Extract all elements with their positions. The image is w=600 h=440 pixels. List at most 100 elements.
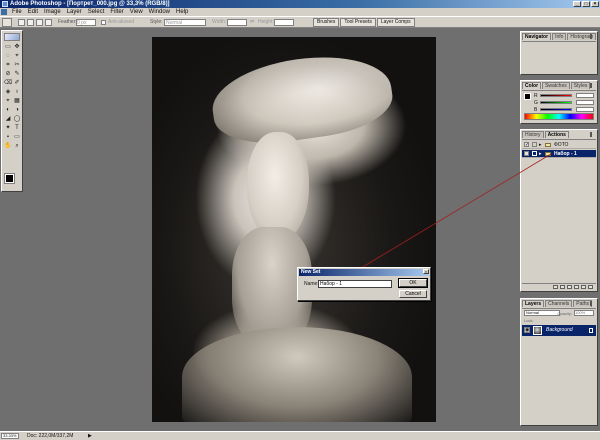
- tab-color[interactable]: Color: [522, 82, 542, 89]
- notes-tool-icon[interactable]: ✦: [4, 124, 12, 132]
- path-select-tool-icon[interactable]: ◐: [4, 106, 12, 114]
- minimize-button[interactable]: _: [573, 1, 581, 7]
- color-fg-swatch[interactable]: [524, 93, 531, 100]
- menu-help[interactable]: Help: [173, 8, 191, 16]
- action-toggle-check[interactable]: ✓: [524, 142, 529, 148]
- quickmask-tool-icon[interactable]: ✋: [4, 142, 12, 150]
- zoom-field[interactable]: 33.33%: [1, 433, 19, 439]
- subtract-selection-icon[interactable]: [36, 19, 43, 26]
- well-tab-brushes[interactable]: Brushes: [313, 18, 340, 27]
- tool-preset-picker[interactable]: [2, 18, 12, 27]
- adobe-online-icon[interactable]: [4, 33, 20, 41]
- delete-button[interactable]: [588, 285, 593, 289]
- eraser-tool-icon[interactable]: ◈: [4, 88, 12, 96]
- feather-field[interactable]: 0 px: [76, 19, 96, 26]
- blur-tool-icon[interactable]: ⌖: [4, 97, 12, 105]
- color-spectrum-ramp[interactable]: [524, 113, 594, 120]
- add-selection-icon[interactable]: [27, 19, 34, 26]
- zoom-tool-icon[interactable]: ▭: [13, 133, 21, 141]
- tab-actions[interactable]: Actions: [544, 131, 569, 138]
- actions-list: ✓ ▸ ФОТО ▸ Набор - 1: [522, 139, 596, 290]
- style-dropdown[interactable]: Normal: [164, 19, 206, 26]
- menu-select[interactable]: Select: [85, 8, 108, 16]
- close-button[interactable]: ×: [591, 1, 599, 7]
- status-menu-arrow-icon[interactable]: ▶: [88, 433, 92, 439]
- shape-tool-icon[interactable]: ◯: [13, 115, 21, 123]
- play-button[interactable]: [567, 285, 572, 289]
- antialias-checkbox[interactable]: [101, 20, 106, 25]
- blend-mode-dropdown[interactable]: Normal: [524, 310, 560, 316]
- palette-menu-icon[interactable]: [590, 301, 595, 306]
- palette-menu-icon[interactable]: [590, 132, 595, 137]
- menu-view[interactable]: View: [127, 8, 146, 16]
- maximize-button[interactable]: □: [582, 1, 590, 7]
- expand-triangle-icon[interactable]: ▸: [539, 142, 542, 148]
- new-selection-icon[interactable]: [18, 19, 25, 26]
- new-action-button[interactable]: [581, 285, 586, 289]
- crop-tool-icon[interactable]: ⌗: [4, 61, 12, 69]
- cancel-button[interactable]: Cancel: [399, 290, 427, 298]
- antialias-label: Anti-aliased: [108, 19, 135, 25]
- menu-file[interactable]: File: [9, 8, 25, 16]
- menu-edit[interactable]: Edit: [25, 8, 41, 16]
- photoshop-app-icon: [2, 1, 8, 7]
- menu-layer[interactable]: Layer: [64, 8, 85, 16]
- tab-history[interactable]: History: [522, 131, 544, 138]
- slider-r[interactable]: R: [534, 93, 594, 99]
- dialog-toggle-box[interactable]: [532, 151, 537, 156]
- tab-swatches[interactable]: Swatches: [542, 82, 570, 89]
- palette-menu-icon[interactable]: [590, 34, 595, 39]
- screen-mode-tool-icon[interactable]: ⌕: [13, 142, 21, 150]
- text-tool-icon[interactable]: ◢: [4, 115, 12, 123]
- tab-navigator[interactable]: Navigator: [522, 33, 552, 40]
- width-field[interactable]: [227, 19, 247, 26]
- document-canvas[interactable]: [152, 37, 436, 422]
- document-icon[interactable]: [1, 9, 7, 15]
- eyedropper-tool-icon[interactable]: T: [13, 124, 21, 132]
- action-toggle-check[interactable]: [524, 151, 529, 156]
- menu-image[interactable]: Image: [41, 8, 64, 16]
- menu-window[interactable]: Window: [146, 8, 173, 16]
- brush-tool-icon[interactable]: ✎: [13, 70, 21, 78]
- tab-info[interactable]: Info: [552, 33, 567, 40]
- dodge-tool-icon[interactable]: ▦: [13, 97, 21, 105]
- well-tab-layer-comps[interactable]: Layer Comps: [376, 18, 415, 27]
- stop-button[interactable]: [553, 285, 558, 289]
- gradient-tool-icon[interactable]: ♁: [13, 88, 21, 96]
- stamp-tool-icon[interactable]: ⌫: [4, 79, 12, 87]
- foreground-color-swatch[interactable]: [4, 173, 15, 184]
- record-button[interactable]: [560, 285, 565, 289]
- layer-row-background[interactable]: ◉ Background: [522, 325, 596, 336]
- action-set-row-selected[interactable]: ▸ Набор - 1: [522, 150, 596, 158]
- set-name-input[interactable]: [318, 280, 392, 288]
- healing-tool-icon[interactable]: ⊘: [4, 70, 12, 78]
- hand-tool-icon[interactable]: ⬩: [4, 133, 12, 141]
- dialog-toggle-box[interactable]: [532, 142, 537, 147]
- dialog-close-button[interactable]: ×: [423, 269, 429, 274]
- tab-styles[interactable]: Styles: [570, 82, 591, 89]
- marquee-tool-icon[interactable]: ▭: [4, 43, 12, 51]
- well-tab-tool-presets[interactable]: Tool Presets: [340, 18, 376, 27]
- magic-wand-tool-icon[interactable]: ⌖: [13, 52, 21, 60]
- tab-layers[interactable]: Layers: [522, 300, 545, 307]
- history-brush-tool-icon[interactable]: ✐: [13, 79, 21, 87]
- menu-filter[interactable]: Filter: [107, 8, 126, 16]
- palette-menu-icon[interactable]: [590, 83, 595, 88]
- slider-b[interactable]: B: [534, 107, 594, 113]
- layer-thumbnail: [533, 326, 542, 335]
- slice-tool-icon[interactable]: ✂: [13, 61, 21, 69]
- move-tool-icon[interactable]: ✥: [13, 43, 21, 51]
- opacity-field[interactable]: 100%: [574, 310, 594, 316]
- height-field[interactable]: [274, 19, 294, 26]
- pen-tool-icon[interactable]: ◑: [13, 106, 21, 114]
- lasso-tool-icon[interactable]: ◌: [4, 52, 12, 60]
- swap-icon[interactable]: ⇄: [250, 19, 254, 26]
- action-set-row[interactable]: ✓ ▸ ФОТО: [522, 141, 596, 149]
- eye-icon[interactable]: ◉: [524, 327, 530, 333]
- ok-button[interactable]: OK: [398, 278, 428, 288]
- new-set-button[interactable]: [574, 285, 579, 289]
- intersect-selection-icon[interactable]: [45, 19, 52, 26]
- tab-channels[interactable]: Channels: [545, 300, 573, 307]
- expand-triangle-icon[interactable]: ▸: [539, 151, 542, 157]
- slider-g[interactable]: G: [534, 100, 594, 106]
